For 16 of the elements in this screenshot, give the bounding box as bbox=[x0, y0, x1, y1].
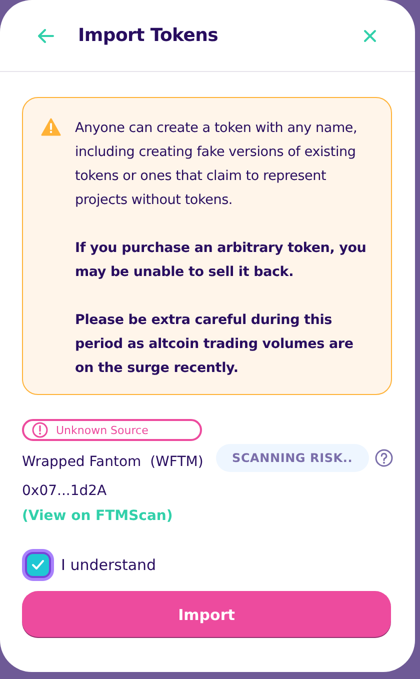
badge-label: Unknown Source bbox=[56, 424, 148, 436]
dialog-title: Import Tokens bbox=[78, 25, 220, 46]
checkmark-icon bbox=[31, 559, 45, 571]
token-address: 0x07...1d2A bbox=[22, 482, 108, 501]
explorer-link[interactable]: (View on FTMScan) bbox=[22, 508, 216, 524]
checkbox-label: I understand bbox=[61, 556, 156, 574]
warning-text: If you purchase an arbitrary token, you may be unable to sell it back. bbox=[75, 239, 368, 282]
warning-text: Please be extra careful during this period as altcoin trading volumes are on the surge recently. bbox=[75, 311, 354, 378]
alert-icon bbox=[32, 422, 48, 438]
warning-text: Anyone can create a token with any name, including creating fake versions of existing tokens or ones that claim to represent projects without tokens. bbox=[75, 119, 358, 210]
token-name: Wrapped Fantom (WFTM) bbox=[22, 453, 204, 472]
checkbox[interactable] bbox=[25, 552, 51, 578]
risk-scan-status: SCANNING RISK.. bbox=[216, 444, 369, 472]
warning-icon bbox=[41, 118, 61, 136]
help-icon[interactable] bbox=[374, 448, 393, 466]
import-button[interactable]: Import bbox=[22, 591, 391, 638]
